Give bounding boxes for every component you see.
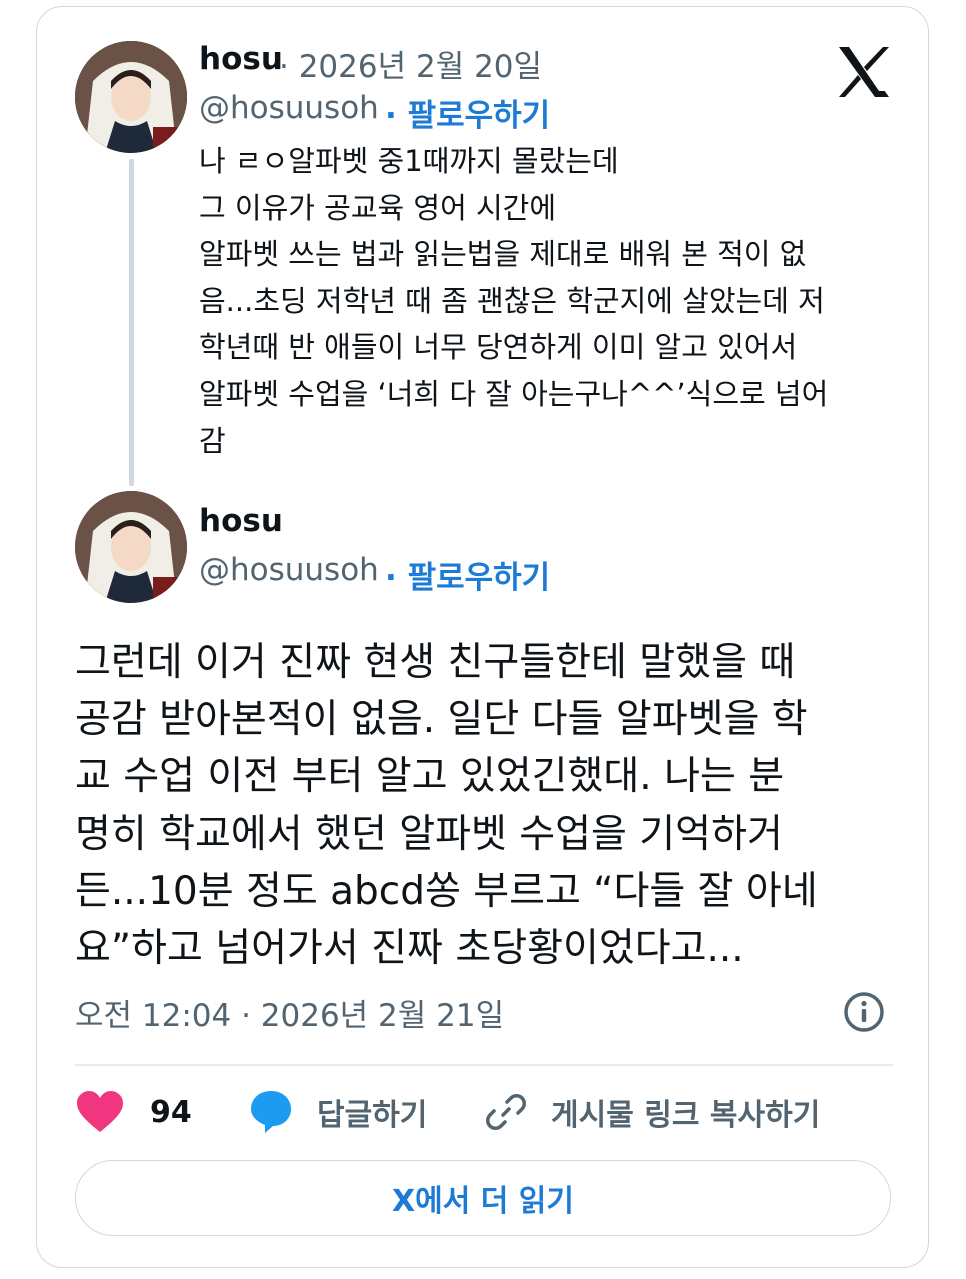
reply-label: 답글하기 — [317, 1098, 428, 1133]
tweet-text-line: 나 ㄹㅇ알파벳 중1때까지 몰랐는데 — [199, 144, 619, 178]
author-handle[interactable]: @hosuusoh — [199, 90, 379, 126]
author-name[interactable]: hosu — [199, 503, 283, 539]
avatar[interactable] — [75, 41, 187, 153]
divider — [75, 1064, 893, 1066]
read-more-on-x-button[interactable]: X에서 더 읽기 — [75, 1160, 891, 1236]
quoted-tweet-text: 나 ㄹㅇ알파벳 중1때까지 몰랐는데 그 이유가 공교육 영어 시간에 알파벳 … — [199, 138, 899, 464]
tweet-text-line: 알파벳 쓰는 법과 읽는법을 제대로 배워 본 적이 없 — [199, 237, 807, 272]
tweet-text-line: 감 — [199, 423, 226, 458]
tweet-text-line: 교 수업 이전 부터 알고 있었긴했대. 나는 분 — [75, 754, 785, 800]
main-tweet-text: 그런데 이거 진짜 현생 친구들한테 말했을 때 공감 받아본적이 없음. 일단… — [75, 634, 905, 977]
embedded-tweet-card: hosu · 2026년 2월 20일 @hosuusoh · 팔로우하기 나 … — [36, 6, 929, 1268]
copy-link-label: 게시물 링크 복사하기 — [551, 1098, 821, 1133]
tweet-text-line: 음...초딩 저학년 때 좀 괜찮은 학군지에 살았는데 저 — [199, 283, 825, 318]
follow-button[interactable]: · 팔로우하기 — [385, 552, 550, 597]
link-icon — [486, 1094, 526, 1130]
like-button[interactable]: 94 — [75, 1087, 192, 1137]
avatar[interactable] — [75, 491, 187, 603]
tweet-text-line: 학년때 반 애들이 너무 당연하게 이미 알고 있어서 — [199, 330, 798, 365]
tweet-actions: 94 답글하기 게시물 링크 복사하기 — [75, 1087, 893, 1137]
author-handle[interactable]: @hosuusoh — [199, 552, 379, 588]
tweet-text-line: 명히 학교에서 했던 알파벳 수업을 기억하거 — [75, 811, 783, 857]
reply-button[interactable]: 답글하기 — [249, 1087, 427, 1137]
tweet-text-line: 든...10분 정도 abcd쏭 부르고 “다들 잘 아네 — [75, 868, 818, 914]
like-count: 94 — [150, 1094, 192, 1130]
speech-bubble-icon — [251, 1091, 291, 1133]
tweet-date[interactable]: · 2026년 2월 20일 — [279, 41, 542, 86]
tweet-text-line: 그 이유가 공교육 영어 시간에 — [199, 190, 557, 225]
tweet-text-line: 요”하고 넘어가서 진짜 초당황이었다고... — [75, 926, 744, 972]
heart-icon — [77, 1091, 123, 1132]
thread-connector-line — [129, 159, 134, 486]
tweet-text-line: 공감 받아본적이 없음. 일단 다들 알파벳을 학 — [75, 697, 808, 743]
tweet-text-line: 알파벳 수업을 ‘너희 다 잘 아는구나^^’식으로 넘어 — [199, 376, 829, 411]
author-name[interactable]: hosu — [199, 41, 283, 77]
read-more-label: X에서 더 읽기 — [391, 1184, 575, 1219]
follow-button[interactable]: · 팔로우하기 — [385, 90, 550, 135]
copy-link-button[interactable]: 게시물 링크 복사하기 — [485, 1087, 820, 1137]
info-icon[interactable] — [843, 991, 885, 1033]
tweet-text-line: 그런데 이거 진짜 현생 친구들한테 말했을 때 — [75, 640, 796, 685]
tweet-timestamp[interactable]: 오전 12:04 · 2026년 2월 21일 — [75, 990, 504, 1035]
x-logo-icon[interactable] — [837, 47, 891, 97]
